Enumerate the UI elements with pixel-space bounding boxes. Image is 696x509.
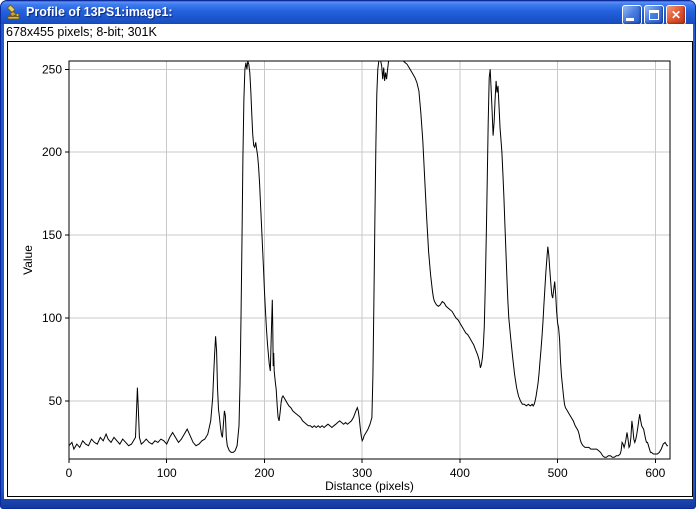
window-content: 678x455 pixels; 8-bit; 301K 0 100 200 300 40…: [4, 24, 693, 499]
window: Profile of 13PS1:image1: ✕ 678x455 pixel…: [0, 0, 696, 509]
status-bar: 678x455 pixels; 8-bit; 301K: [6, 24, 157, 41]
x-tick-label: 500: [548, 466, 568, 480]
imagej-microscope-icon[interactable]: [6, 4, 22, 20]
x-tick-label: 100: [157, 466, 177, 480]
x-tick-label: 200: [254, 466, 274, 480]
minimize-button[interactable]: [622, 5, 642, 25]
maximize-button[interactable]: [644, 5, 664, 25]
window-controls: ✕: [622, 5, 686, 25]
x-tick-label: 400: [450, 466, 470, 480]
x-tick-label: 0: [66, 466, 73, 480]
status-text: 678x455 pixels; 8-bit; 301K: [6, 25, 157, 39]
y-tick-label: 50: [49, 394, 63, 408]
close-icon: ✕: [667, 6, 685, 24]
window-title: Profile of 13PS1:image1:: [26, 1, 173, 24]
minimize-icon: [626, 18, 634, 21]
x-axis-label: Distance (pixels): [325, 479, 414, 493]
plot-canvas[interactable]: 0 100 200 300 400 500 600 50 100 150 200 250 Distanc…: [7, 41, 693, 497]
plot-frame: [69, 61, 670, 459]
profile-line: [69, 61, 668, 457]
y-tick-label: 200: [42, 145, 62, 159]
y-tick-label: 250: [42, 62, 62, 76]
maximize-icon: [649, 10, 659, 20]
profile-plot[interactable]: 0 100 200 300 400 500 600 50 100 150 200 250 Distanc…: [8, 42, 692, 496]
x-tick-label: 300: [352, 466, 372, 480]
y-axis-label: Value: [21, 245, 35, 275]
y-tick-label: 100: [42, 311, 62, 325]
titlebar[interactable]: Profile of 13PS1:image1: ✕: [1, 1, 695, 24]
close-button[interactable]: ✕: [666, 5, 686, 25]
microscope-glyph: [6, 4, 22, 20]
x-tick-label: 600: [645, 466, 665, 480]
y-tick-label: 150: [42, 228, 62, 242]
